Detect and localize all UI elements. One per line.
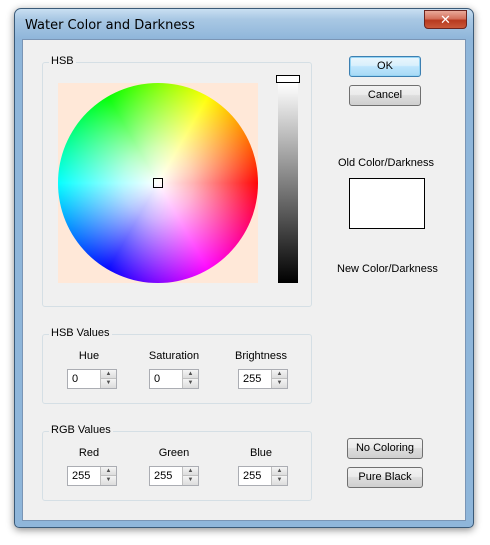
spin-down-icon[interactable]: ▼	[272, 476, 287, 485]
hue-label: Hue	[78, 350, 100, 362]
spin-up-icon[interactable]: ▲	[101, 467, 116, 476]
color-wheel-cursor[interactable]	[153, 178, 163, 188]
hue-spin-buttons: ▲ ▼	[100, 370, 116, 388]
spin-down-icon[interactable]: ▼	[101, 476, 116, 485]
title-bar[interactable]: Water Color and Darkness ✕	[15, 9, 473, 39]
red-label: Red	[78, 447, 100, 459]
spin-up-icon[interactable]: ▲	[272, 467, 287, 476]
brightness-value[interactable]: 255	[243, 373, 261, 385]
brightness-slider-track[interactable]	[278, 83, 298, 283]
green-value[interactable]: 255	[154, 470, 172, 482]
blue-value[interactable]: 255	[243, 470, 261, 482]
blue-stepper[interactable]: 255 ▲ ▼	[238, 466, 288, 486]
close-icon: ✕	[440, 12, 451, 27]
saturation-stepper[interactable]: 0 ▲ ▼	[149, 369, 199, 389]
no-coloring-button[interactable]: No Coloring	[347, 438, 423, 459]
close-button[interactable]: ✕	[424, 10, 467, 29]
brightness-spin-buttons: ▲ ▼	[271, 370, 287, 388]
new-color-label: New Color/Darkness	[337, 263, 438, 275]
hue-stepper[interactable]: 0 ▲ ▼	[67, 369, 117, 389]
rgb-values-label: RGB Values	[49, 424, 113, 436]
hue-value[interactable]: 0	[72, 373, 78, 385]
saturation-value[interactable]: 0	[154, 373, 160, 385]
green-spin-buttons: ▲ ▼	[182, 467, 198, 485]
saturation-label: Saturation	[148, 350, 200, 362]
dialog-client: HSB OK Cancel Old Color/Darkness New Col…	[22, 39, 466, 521]
brightness-slider-thumb[interactable]	[276, 75, 300, 83]
cancel-button[interactable]: Cancel	[349, 85, 421, 106]
red-spin-buttons: ▲ ▼	[100, 467, 116, 485]
spin-down-icon[interactable]: ▼	[101, 379, 116, 388]
hsb-group-label: HSB	[49, 55, 76, 67]
hsb-values-group: HSB Values Hue 0 ▲ ▼ Saturation 0 ▲ ▼ Br…	[42, 327, 312, 404]
ok-button[interactable]: OK	[349, 56, 421, 77]
spin-down-icon[interactable]: ▼	[183, 379, 198, 388]
pure-black-button[interactable]: Pure Black	[347, 467, 423, 488]
spin-up-icon[interactable]: ▲	[272, 370, 287, 379]
old-color-label: Old Color/Darkness	[338, 157, 434, 169]
spin-down-icon[interactable]: ▼	[183, 476, 198, 485]
hsb-group: HSB	[42, 55, 312, 307]
red-value[interactable]: 255	[72, 470, 90, 482]
brightness-stepper[interactable]: 255 ▲ ▼	[238, 369, 288, 389]
spin-up-icon[interactable]: ▲	[183, 370, 198, 379]
blue-label: Blue	[249, 447, 273, 459]
spin-up-icon[interactable]: ▲	[183, 467, 198, 476]
spin-up-icon[interactable]: ▲	[101, 370, 116, 379]
dialog-window: Water Color and Darkness ✕ HSB OK Cancel…	[14, 8, 474, 528]
red-stepper[interactable]: 255 ▲ ▼	[67, 466, 117, 486]
color-preview-swatch	[349, 178, 425, 229]
brightness-label: Brightness	[235, 350, 287, 362]
saturation-spin-buttons: ▲ ▼	[182, 370, 198, 388]
rgb-values-group: RGB Values Red 255 ▲ ▼ Green 255 ▲ ▼ Blu…	[42, 424, 312, 501]
color-wheel-background	[58, 83, 258, 283]
blue-spin-buttons: ▲ ▼	[271, 467, 287, 485]
window-title: Water Color and Darkness	[25, 18, 195, 33]
spin-down-icon[interactable]: ▼	[272, 379, 287, 388]
green-stepper[interactable]: 255 ▲ ▼	[149, 466, 199, 486]
hsb-values-label: HSB Values	[49, 327, 112, 339]
green-label: Green	[158, 447, 190, 459]
